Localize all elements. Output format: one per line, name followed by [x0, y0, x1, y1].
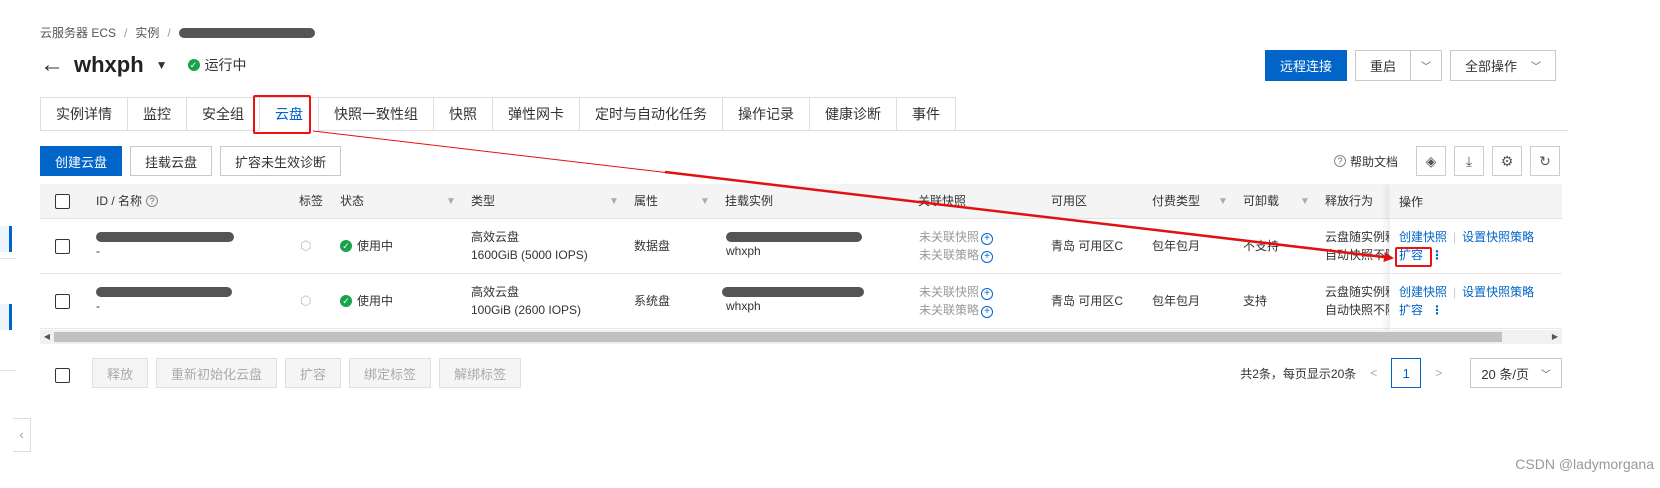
- watermark: CSDN @ladymorgana: [1515, 456, 1654, 472]
- annotation-arrow: [312, 130, 1394, 263]
- annotation-arrow-line: [664, 170, 1394, 263]
